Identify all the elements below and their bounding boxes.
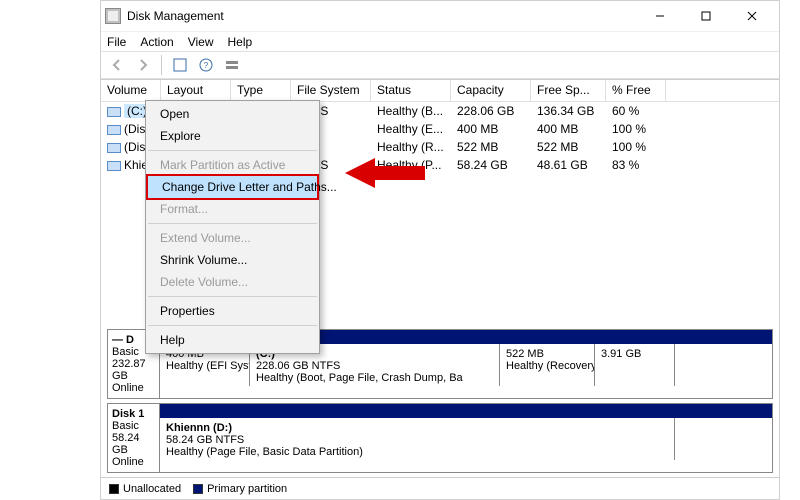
disk-row: Disk 1Basic58.24 GBOnlineKhiennn (D:)58.… [107,403,773,473]
ctx-extend-volume: Extend Volume... [146,227,319,249]
col-status[interactable]: Status [371,80,451,101]
col-pctfree[interactable]: % Free [606,80,666,101]
ctx-open[interactable]: Open [146,103,319,125]
col-free[interactable]: Free Sp... [531,80,606,101]
minimize-button[interactable] [637,1,683,31]
window-title: Disk Management [127,9,637,23]
ctx-separator [148,223,317,224]
menu-help[interactable]: Help [228,35,253,49]
partition[interactable]: Khiennn (D:)58.24 GB NTFSHealthy (Page F… [160,418,675,460]
legend-unallocated: Unallocated [109,483,181,495]
ctx-separator [148,150,317,151]
forward-icon[interactable] [131,53,155,77]
partition[interactable]: 3.91 GB [595,344,675,386]
ctx-shrink-volume[interactable]: Shrink Volume... [146,249,319,271]
settings-icon[interactable] [220,53,244,77]
drive-icon [107,107,121,117]
col-layout[interactable]: Layout [161,80,231,101]
help-icon[interactable]: ? [194,53,218,77]
maximize-button[interactable] [683,1,729,31]
svg-text:?: ? [204,61,209,70]
app-icon [105,8,121,24]
drive-icon [107,161,121,171]
menu-file[interactable]: File [107,35,126,49]
drive-icon [107,125,121,135]
annotation-arrow-icon [345,153,425,196]
partition[interactable]: 522 MBHealthy (Recovery [500,344,595,386]
ctx-change-drive-letter[interactable]: Change Drive Letter and Paths... [146,174,319,200]
menu-action[interactable]: Action [140,35,173,49]
menu-view[interactable]: View [188,35,214,49]
col-capacity[interactable]: Capacity [451,80,531,101]
toolbar-separator [161,55,162,75]
ctx-properties[interactable]: Properties [146,300,319,322]
ctx-mark-active: Mark Partition as Active [146,154,319,176]
ctx-separator [148,296,317,297]
context-menu: Open Explore Mark Partition as Active Ch… [145,100,320,354]
col-volume[interactable]: Volume [101,80,161,101]
disk-label: Disk 1Basic58.24 GBOnline [108,404,160,472]
ctx-help[interactable]: Help [146,329,319,351]
col-filesystem[interactable]: File System [291,80,371,101]
ctx-separator [148,325,317,326]
ctx-delete-volume: Delete Volume... [146,271,319,293]
back-icon[interactable] [105,53,129,77]
ctx-explore[interactable]: Explore [146,125,319,147]
legend-primary: Primary partition [193,483,287,495]
drive-icon [107,143,121,153]
ctx-format: Format... [146,198,319,220]
close-button[interactable] [729,1,775,31]
col-type[interactable]: Type [231,80,291,101]
refresh-icon[interactable] [168,53,192,77]
